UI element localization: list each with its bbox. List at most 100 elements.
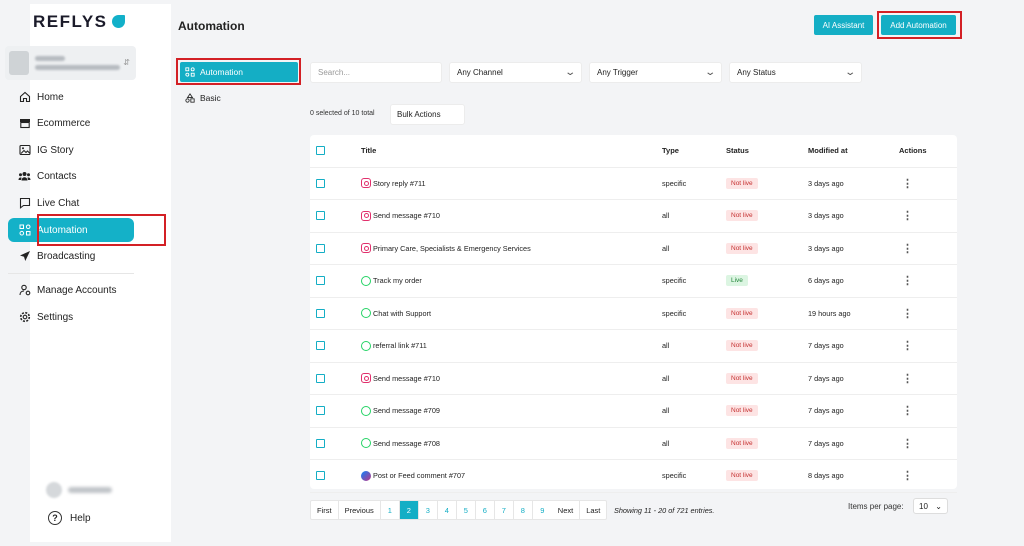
pagination: First Previous 123456789 Next Last: [310, 500, 608, 520]
table-row[interactable]: Send message #709 all Not live 7 days ago ⋮: [310, 395, 957, 428]
row-title-cell[interactable]: Chat with Support: [361, 298, 431, 330]
row-actions-button[interactable]: ⋮: [902, 265, 913, 297]
row-title-cell[interactable]: Post or Feed comment #707: [361, 460, 465, 492]
select-all-checkbox[interactable]: [316, 135, 325, 167]
brand-logo[interactable]: REFLYS: [33, 12, 125, 32]
page-previous-button[interactable]: Previous: [339, 501, 381, 519]
row-modified: 7 days ago: [808, 341, 844, 351]
help-icon: ?: [48, 511, 62, 525]
page-number-button[interactable]: 8: [514, 501, 533, 519]
sidebar-item-ig-story[interactable]: IG Story: [8, 138, 134, 162]
row-status-cell: Not live: [726, 428, 758, 460]
page-number-button[interactable]: 2: [399, 501, 419, 519]
table-row[interactable]: Story reply #711 specific Not live 3 days a…: [310, 168, 957, 200]
row-type: specific: [662, 308, 687, 318]
items-per-page-select[interactable]: 10 ⌄: [913, 498, 948, 514]
page-number-button[interactable]: 6: [476, 501, 495, 519]
highlight-box-add-automation: [877, 11, 962, 39]
row-status-cell: Not live: [726, 233, 758, 265]
row-checkbox[interactable]: [316, 200, 325, 232]
page-last-button[interactable]: Last: [580, 501, 606, 519]
sidebar-item-settings[interactable]: Settings: [8, 305, 134, 329]
page-number-button[interactable]: 5: [457, 501, 476, 519]
row-actions-button[interactable]: ⋮: [902, 395, 913, 427]
table-row[interactable]: referral link #711 all Not live 7 days ago ⋮: [310, 330, 957, 363]
row-title-cell[interactable]: Send message #710: [361, 200, 440, 232]
sidebar-item-manage-accounts[interactable]: Manage Accounts: [8, 278, 134, 302]
row-checkbox[interactable]: [316, 395, 325, 427]
row-checkbox[interactable]: [316, 363, 325, 395]
row-title-cell[interactable]: Send message #710: [361, 363, 440, 395]
table-row[interactable]: Chat with Support specific Not live 19 hour…: [310, 298, 957, 330]
sidebar-item-broadcasting[interactable]: Broadcasting: [8, 244, 134, 268]
page-number-button[interactable]: 9: [533, 501, 552, 519]
instagram-icon: [361, 178, 371, 189]
row-actions-button[interactable]: ⋮: [902, 298, 913, 330]
subnav-basic[interactable]: Basic: [180, 88, 298, 108]
page-number-button[interactable]: 4: [438, 501, 457, 519]
row-checkbox[interactable]: [316, 460, 325, 492]
row-checkbox[interactable]: [316, 168, 325, 200]
row-actions-button[interactable]: ⋮: [902, 233, 913, 265]
page-number-button[interactable]: 1: [381, 501, 400, 519]
sidebar-item-live-chat[interactable]: Live Chat: [8, 191, 134, 215]
bulk-actions-button[interactable]: Bulk Actions: [390, 104, 465, 125]
row-actions-button[interactable]: ⋮: [902, 200, 913, 232]
channel-filter-select[interactable]: Any Channel ⌄: [449, 62, 582, 83]
profile-link[interactable]: [44, 478, 144, 502]
row-status-cell: Not live: [726, 395, 758, 427]
row-title-cell[interactable]: Track my order: [361, 265, 422, 297]
kebab-menu-icon: ⋮: [902, 437, 913, 450]
page-number-button[interactable]: 3: [419, 501, 438, 519]
row-title-cell[interactable]: Primary Care, Specialists & Emergency Se…: [361, 233, 531, 265]
row-actions-button[interactable]: ⋮: [902, 460, 913, 492]
table-row[interactable]: Send message #708 all Not live 7 days ago ⋮: [310, 428, 957, 460]
status-filter-select[interactable]: Any Status ⌄: [729, 62, 862, 83]
row-checkbox[interactable]: [316, 330, 325, 362]
profile-avatar: [46, 482, 62, 498]
row-actions-button[interactable]: ⋮: [902, 363, 913, 395]
page-first-button[interactable]: First: [311, 501, 339, 519]
search-input[interactable]: Search...: [310, 62, 442, 83]
row-actions-button[interactable]: ⋮: [902, 330, 913, 362]
row-title-cell[interactable]: Send message #709: [361, 395, 440, 427]
row-status-cell: Not live: [726, 460, 758, 492]
row-title-cell[interactable]: referral link #711: [361, 330, 427, 362]
sidebar-item-home[interactable]: Home: [8, 85, 134, 109]
row-modified: 8 days ago: [808, 471, 844, 481]
table-row[interactable]: Track my order specific Live 6 days ago ⋮: [310, 265, 957, 298]
row-title: Post or Feed comment #707: [373, 471, 466, 481]
row-title-cell[interactable]: Send message #708: [361, 428, 440, 460]
sidebar-item-ecommerce[interactable]: Ecommerce: [8, 111, 134, 135]
instagram-icon: [361, 243, 371, 254]
table-row[interactable]: Primary Care, Specialists & Emergency Se…: [310, 233, 957, 265]
subnav-label: Basic: [200, 93, 221, 103]
ai-assistant-button[interactable]: AI Assistant: [814, 15, 873, 35]
row-checkbox[interactable]: [316, 428, 325, 460]
account-name-redacted: [35, 56, 65, 61]
sidebar-item-contacts[interactable]: Contacts: [8, 164, 134, 188]
account-switcher[interactable]: ⇵: [5, 46, 136, 80]
row-modified: 7 days ago: [808, 373, 844, 383]
status-badge: Not live: [726, 372, 758, 384]
row-status-cell: Not live: [726, 363, 758, 395]
row-checkbox[interactable]: [316, 265, 325, 297]
row-status-cell: Not live: [726, 330, 758, 362]
page-next-button[interactable]: Next: [552, 501, 581, 519]
page-number-button[interactable]: 7: [495, 501, 514, 519]
whatsapp-icon: [361, 308, 371, 319]
sidebar-item-label: Manage Accounts: [37, 284, 117, 296]
table-row[interactable]: Send message #710 all Not live 7 days ago ⋮: [310, 363, 957, 395]
row-checkbox[interactable]: [316, 233, 325, 265]
status-badge: Not live: [726, 470, 758, 482]
row-title-cell[interactable]: Story reply #711: [361, 168, 426, 200]
table-row[interactable]: Send message #710 all Not live 3 days ago ⋮: [310, 200, 957, 233]
help-link[interactable]: ? Help: [48, 511, 91, 525]
row-actions-button[interactable]: ⋮: [902, 428, 913, 460]
table-row[interactable]: Post or Feed comment #707 specific Not liv…: [310, 460, 957, 493]
row-checkbox[interactable]: [316, 298, 325, 330]
row-type: all: [662, 211, 670, 221]
trigger-filter-select[interactable]: Any Trigger ⌄: [589, 62, 722, 83]
row-actions-button[interactable]: ⋮: [902, 168, 913, 200]
sidebar-item-label: Settings: [37, 311, 74, 323]
